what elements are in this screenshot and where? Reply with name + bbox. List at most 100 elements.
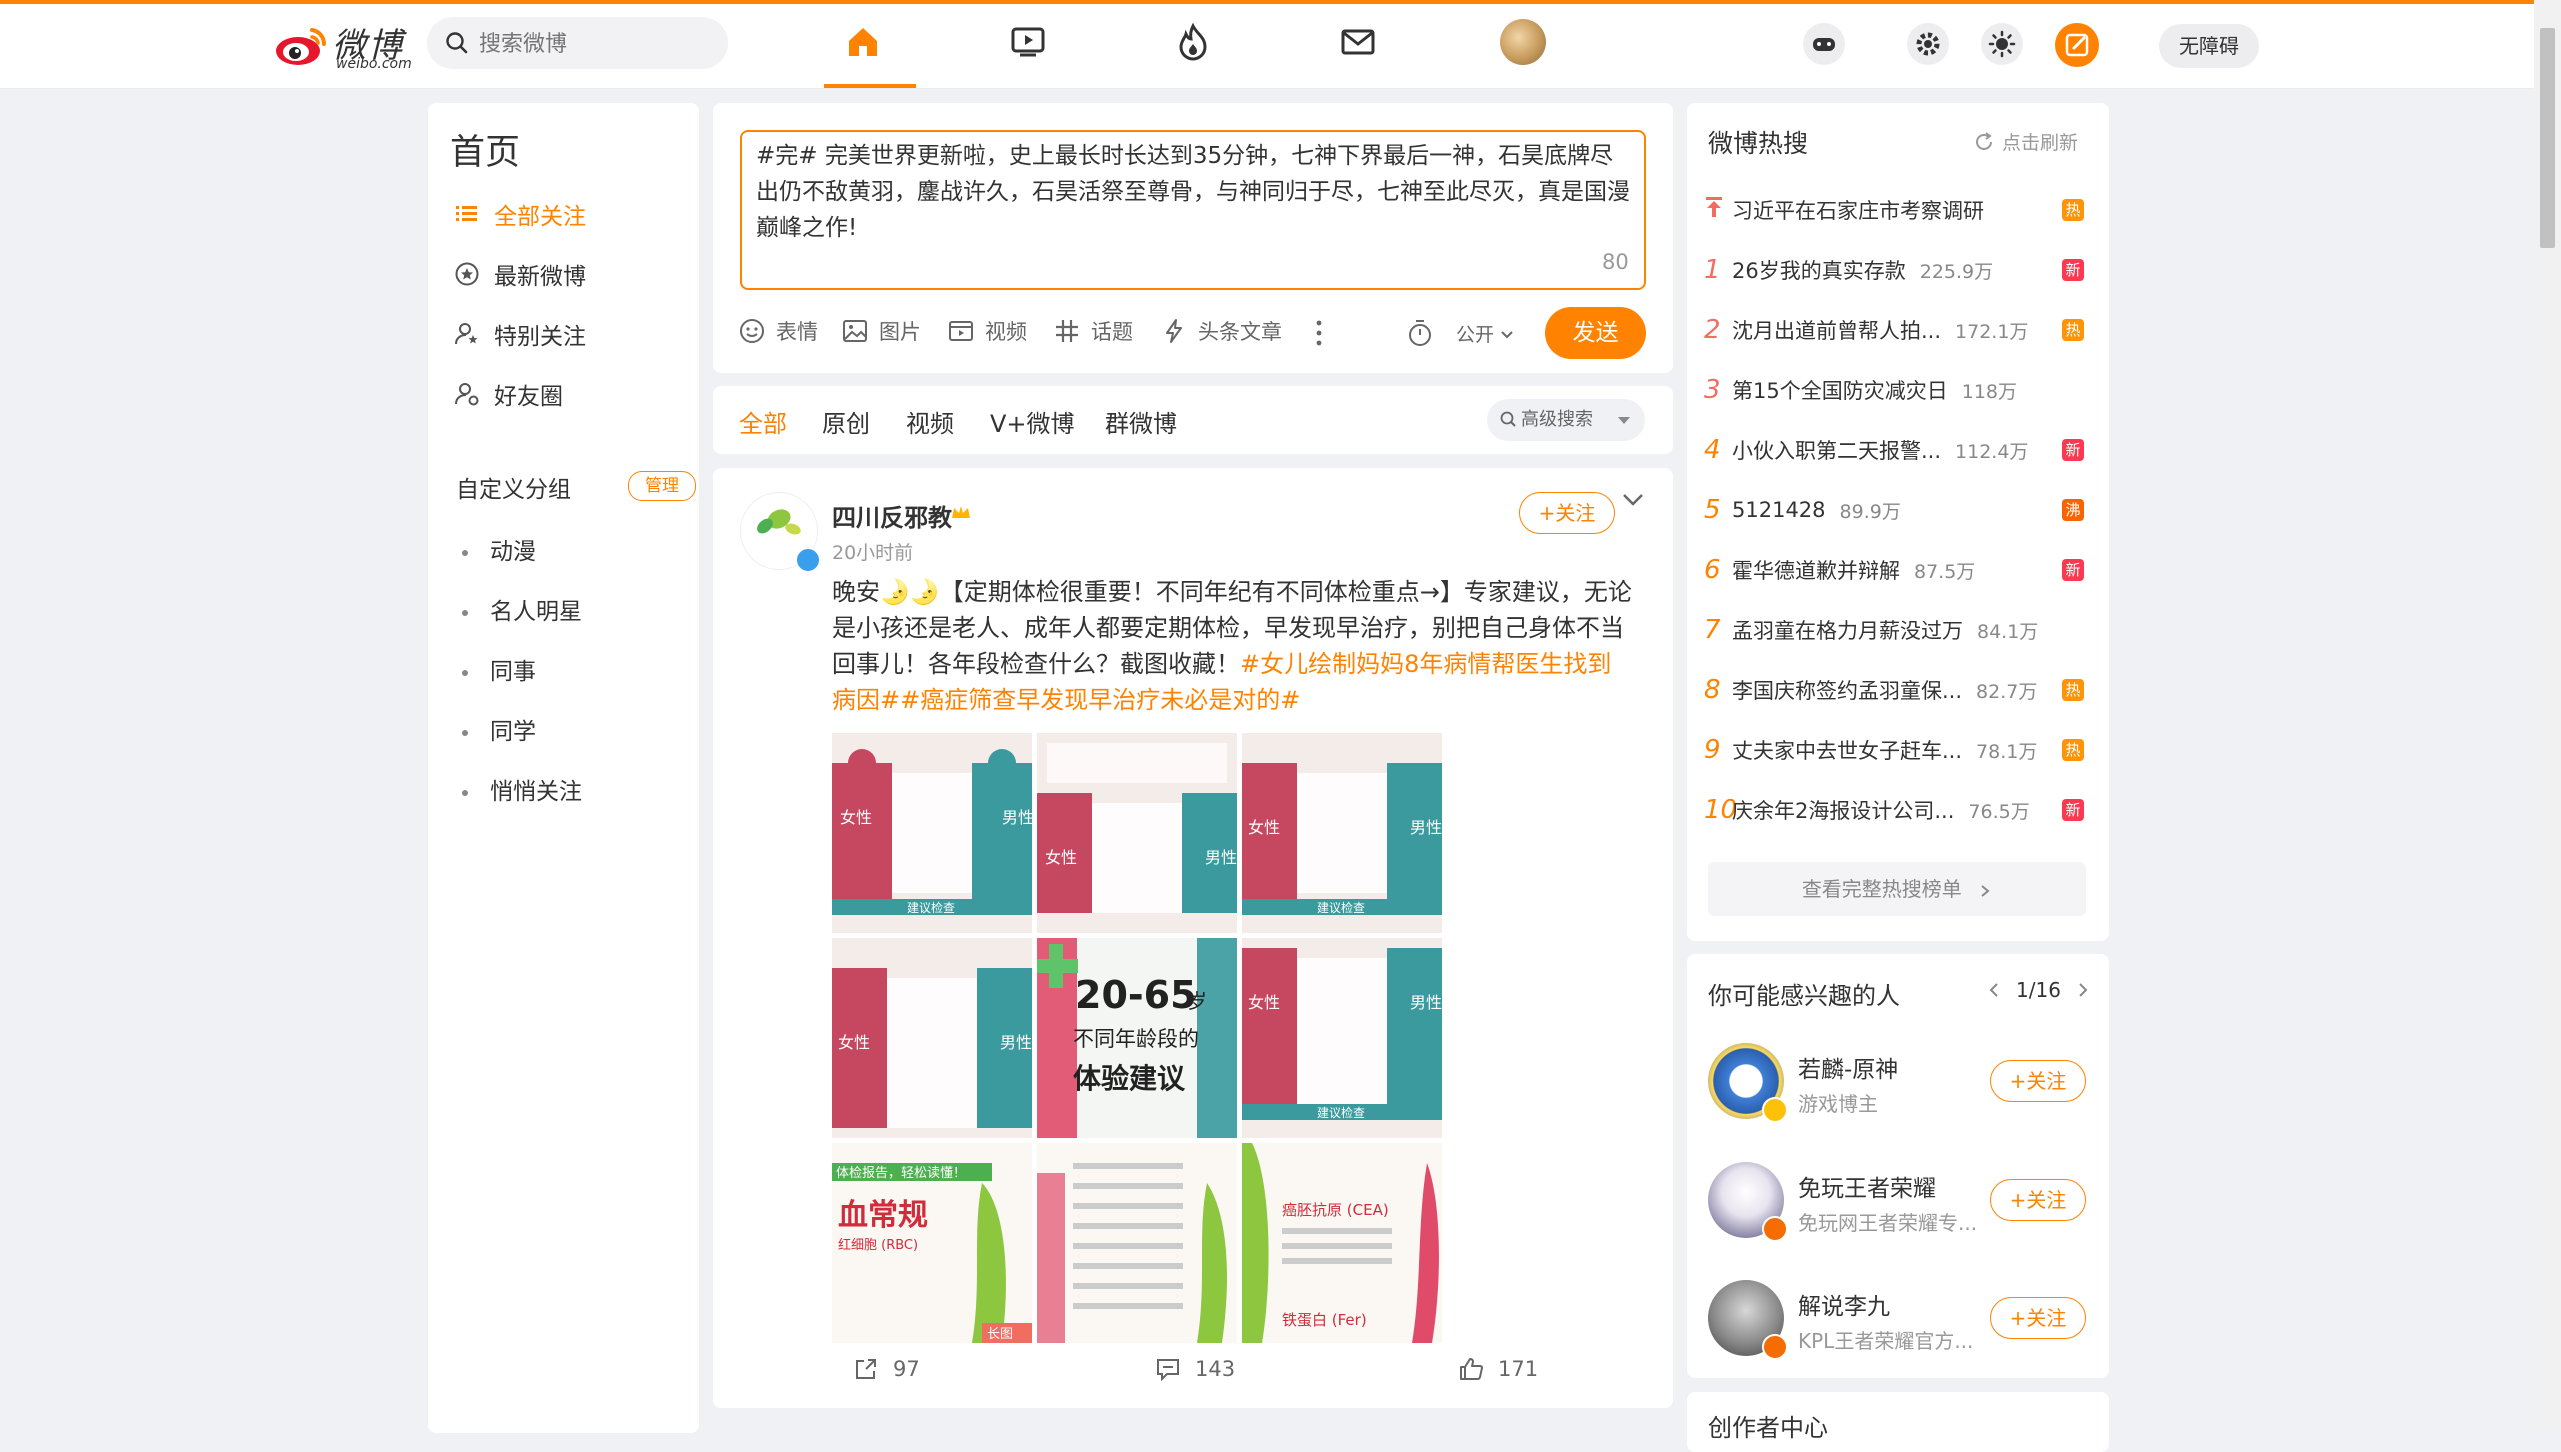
hot-badge: 沸 [2062, 499, 2084, 521]
suggestions-title: 你可能感兴趣的人 [1708, 982, 1900, 1010]
health-infographic-image: 女性 男性 建议检查 [1242, 733, 1442, 933]
image-tool[interactable]: 图片 [841, 316, 921, 346]
user-avatar[interactable] [1500, 19, 1546, 65]
hot-search-item[interactable]: 习近平在石家庄市考察调研 [1704, 190, 2084, 230]
chevron-left-icon[interactable] [1986, 981, 2002, 999]
article-tool[interactable]: 头条文章 [1160, 316, 1282, 346]
weibo-eye-icon [276, 28, 327, 65]
tab-vplus[interactable]: V+微博 [990, 404, 1075, 439]
hot-title: 庆余年2海报设计公司... [1732, 799, 1955, 823]
health-infographic-image: 女性 男性 [1037, 733, 1237, 933]
message-icon[interactable] [1338, 22, 1378, 62]
video-tool[interactable]: 视频 [947, 316, 1027, 346]
group-item[interactable]: 同学 [462, 712, 536, 746]
tab-all[interactable]: 全部 [739, 404, 787, 439]
settings-button[interactable] [1907, 23, 1949, 65]
manage-groups-button[interactable]: 管理 [628, 471, 696, 501]
post-image[interactable] [1037, 1143, 1237, 1343]
suggested-user-desc: 免玩网王者荣耀专... [1798, 1211, 1978, 1235]
comment-button[interactable]: 143 [1155, 1356, 1235, 1382]
tool-label: 头条文章 [1198, 320, 1282, 344]
group-item[interactable]: 名人明星 [462, 592, 582, 626]
advice-label: 建议检查 [907, 900, 955, 915]
suggested-user-name[interactable]: 免玩王者荣耀 [1798, 1169, 1936, 1203]
game-button[interactable] [1803, 23, 1845, 65]
post-image[interactable]: 女性 男性 建议检查 [1242, 733, 1442, 933]
suggested-user-desc: KPL王者荣耀官方... [1798, 1329, 1974, 1353]
accessibility-button[interactable]: 无障碍 [2159, 24, 2259, 68]
hot-rank: 10 [1704, 795, 1738, 825]
advanced-search-button[interactable]: 高级搜索 [1487, 399, 1645, 441]
post-image[interactable]: 女性 男性 [1037, 733, 1237, 933]
follow-button[interactable]: +关注 [1990, 1060, 2086, 1102]
follow-button[interactable]: +关注 [1990, 1179, 2086, 1221]
hot-search-item[interactable]: 10 庆余年2海报设计公司... 76.5万 [1704, 790, 2084, 830]
post-image[interactable]: 女性 男性 建议检查 [832, 733, 1032, 933]
chevron-right-icon[interactable] [2075, 981, 2091, 999]
write-post-button[interactable] [2055, 23, 2099, 67]
suggested-user-name[interactable]: 解说李九 [1798, 1287, 1890, 1321]
tab-group[interactable]: 群微博 [1105, 404, 1177, 439]
hot-search-item[interactable]: 9 丈夫家中去世女子赶车... 78.1万 [1704, 730, 2084, 770]
sidebar-item-all-follow[interactable]: 全部关注 [454, 194, 586, 234]
hot-search-item[interactable]: 6 霍华德道歉并辩解 87.5万 [1704, 550, 2084, 590]
view-full-hot-list-button[interactable]: 查看完整热搜榜单 [1708, 862, 2086, 916]
more-dots-icon[interactable] [1312, 318, 1326, 348]
visibility-select[interactable]: 公开 [1456, 320, 1526, 347]
hot-search-item[interactable]: 2 沈月出道前曾帮人拍... 172.1万 [1704, 310, 2084, 350]
sidebar-item-latest[interactable]: 最新微博 [454, 254, 586, 294]
post-image[interactable]: 癌胚抗原 (CEA) 铁蛋白 (Fer) [1242, 1143, 1442, 1343]
group-item[interactable]: 动漫 [462, 532, 536, 566]
follow-button[interactable]: +关注 [1990, 1297, 2086, 1339]
hot-search-item[interactable]: 8 李国庆称签约孟羽童保... 82.7万 [1704, 670, 2084, 710]
post-image[interactable]: 体检报告，轻松读懂！ 血常规 红细胞 (RBC) 长图 [832, 1143, 1032, 1343]
weibo-logo[interactable]: 微博 weibo.com [274, 18, 412, 72]
caret-down-icon [1618, 417, 1630, 424]
hot-count: 172.1万 [1955, 320, 2029, 343]
post-image[interactable]: 女性 男性 [832, 938, 1032, 1138]
timer-icon[interactable] [1406, 318, 1434, 348]
sidebar-item-special[interactable]: 特别关注 [454, 314, 586, 354]
hot-search-item[interactable]: 3 第15个全国防灾减灾日 118万 [1704, 370, 2084, 410]
theme-button[interactable] [1981, 23, 2023, 65]
post-image[interactable]: 女性 男性 建议检查 [1242, 938, 1442, 1138]
topic-tool[interactable]: 话题 [1053, 316, 1133, 346]
list-icon [456, 206, 477, 221]
group-item[interactable]: 悄悄关注 [462, 772, 582, 806]
hot-count: 118万 [1961, 380, 2017, 403]
tab-video[interactable]: 视频 [906, 404, 954, 439]
health-infographic-image: 女性 男性 建议检查 [1242, 938, 1442, 1138]
hot-search-item[interactable]: 5 5121428 89.9万 [1704, 490, 2084, 530]
clock-star-icon [455, 262, 479, 286]
hot-search-item[interactable]: 7 孟羽童在格力月薪没过万 84.1万 [1704, 610, 2084, 650]
sun-icon [1988, 30, 2016, 58]
hot-count: 87.5万 [1914, 560, 1976, 583]
tab-original[interactable]: 原创 [822, 404, 870, 439]
repost-count: 97 [893, 1357, 920, 1381]
female-label: 女性 [838, 1033, 870, 1052]
repost-button[interactable]: 97 [853, 1356, 920, 1382]
search-input[interactable] [477, 17, 721, 71]
post-image-center[interactable]: 20-65 岁 不同年龄段的 体验建议 [1037, 938, 1237, 1138]
verified-badge-icon [795, 547, 821, 573]
send-button[interactable]: 发送 [1545, 307, 1646, 359]
video-icon[interactable] [1008, 22, 1048, 62]
post-author-name[interactable]: 四川反邪教 [832, 498, 952, 533]
hot-rank: 7 [1704, 615, 1721, 645]
male-label: 男性 [1410, 993, 1442, 1012]
search-box[interactable] [427, 17, 728, 71]
hot-search-item[interactable]: 4 小伙入职第二天报警... 112.4万 [1704, 430, 2084, 470]
hot-title: 习近平在石家庄市考察调研 [1732, 199, 1984, 223]
group-item[interactable]: 同事 [462, 652, 536, 686]
scrollbar-thumb[interactable] [2540, 28, 2555, 248]
hot-icon[interactable] [1173, 22, 1213, 62]
follow-button[interactable]: +关注 [1519, 492, 1615, 534]
suggested-user-name[interactable]: 若麟-原神 [1798, 1050, 1898, 1084]
hot-search-item[interactable]: 1 26岁我的真实存款 225.9万 [1704, 250, 2084, 290]
chevron-down-icon[interactable] [1620, 490, 1646, 510]
refresh-button[interactable]: 点击刷新 [1972, 128, 2078, 155]
like-button[interactable]: 171 [1458, 1356, 1538, 1382]
emoji-tool[interactable]: 表情 [738, 316, 818, 346]
home-icon[interactable] [843, 22, 883, 62]
sidebar-item-friends[interactable]: 好友圈 [454, 374, 563, 414]
